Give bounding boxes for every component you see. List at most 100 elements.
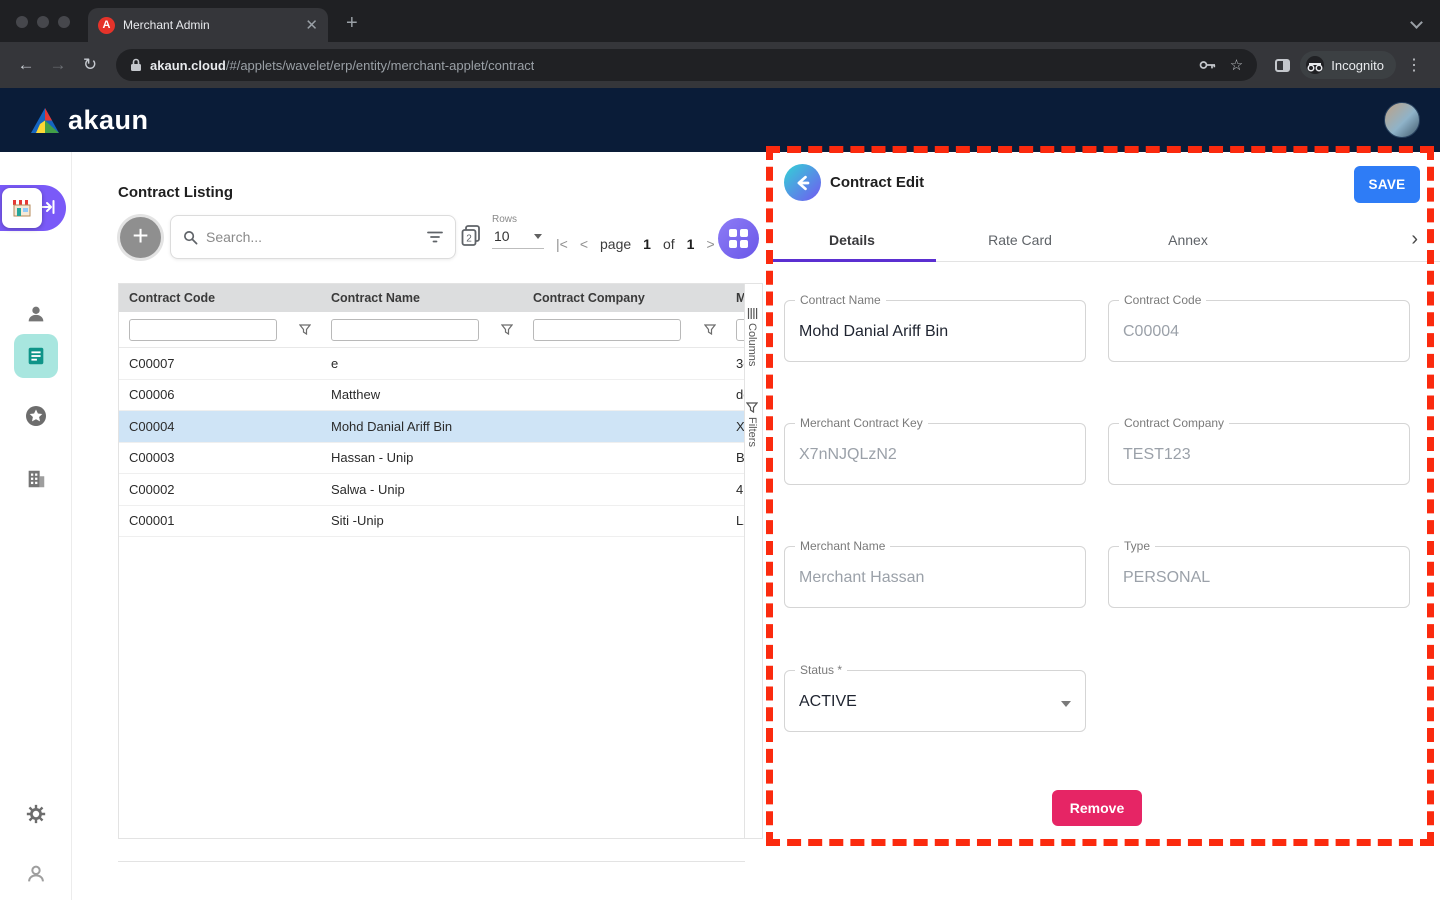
browser-toolbar: ← → ↻ akaun.cloud/#/applets/wavelet/erp/… (0, 42, 1440, 88)
back-arrow-icon (793, 173, 813, 193)
merchant-name-label: Merchant Name (795, 539, 890, 553)
header-contract-name[interactable]: Contract Name (321, 291, 523, 305)
search-input[interactable] (206, 229, 419, 245)
status-value: ACTIVE (785, 671, 1085, 711)
cell-contract-code: C00006 (119, 387, 321, 402)
filters-label: Filters (746, 417, 758, 447)
cell-contract-name: Siti -Unip (321, 513, 523, 528)
building-icon (25, 468, 47, 490)
filter-contract-name-input[interactable] (331, 319, 479, 341)
search-icon (183, 230, 198, 245)
cell-contract-name: Matthew (321, 387, 523, 402)
filter-merchant-key-input[interactable] (736, 319, 745, 341)
tab-details[interactable]: Details (768, 218, 936, 262)
page-title: Contract Listing (118, 184, 233, 201)
add-contract-button[interactable]: + (120, 217, 161, 258)
sidebar-item-contract-listing[interactable] (14, 334, 58, 378)
person-outline-icon (25, 863, 47, 885)
rows-select[interactable]: 10 (492, 225, 544, 249)
url-path: /#/applets/wavelet/erp/entity/merchant-a… (226, 58, 535, 73)
cell-contract-code: C00003 (119, 450, 321, 465)
logo-text: akaun (68, 105, 149, 136)
user-avatar[interactable] (1384, 102, 1420, 138)
header-merchant-key[interactable]: M (726, 291, 744, 305)
contract-name-value: Mohd Danial Ariff Bin (785, 301, 1085, 341)
password-key-icon[interactable] (1199, 59, 1216, 71)
table-row[interactable]: C00001 Siti -Unip Lz (119, 506, 744, 538)
funnel-icon[interactable] (299, 324, 311, 335)
star-circle-icon (24, 404, 48, 428)
status-dropdown-icon[interactable] (1061, 701, 1071, 707)
columns-label: Columns (746, 323, 758, 366)
sidebar-item-favorites[interactable] (14, 394, 58, 438)
funnel-icon[interactable] (704, 324, 716, 335)
funnel-icon (746, 402, 758, 413)
table-row[interactable]: C00007 e 3c (119, 348, 744, 380)
of-word: of (663, 236, 675, 252)
cell-merchant-key: 4B (726, 482, 744, 497)
filters-toggle[interactable]: Filters (746, 402, 758, 447)
tabs-next-chevron-icon[interactable]: › (1411, 228, 1418, 251)
prev-page-button[interactable]: < (580, 236, 588, 252)
tab-annex[interactable]: Annex (1104, 218, 1272, 262)
address-bar[interactable]: akaun.cloud/#/applets/wavelet/erp/entity… (116, 49, 1257, 81)
cell-merchant-key: Lz (726, 513, 744, 528)
gear-icon (25, 803, 47, 825)
rows-per-page-control: Rows 10 (492, 214, 546, 249)
contract-code-label: Contract Code (1119, 293, 1206, 307)
table-row-selected[interactable]: C00004 Mohd Danial Ariff Bin X7 (119, 411, 744, 443)
funnel-icon[interactable] (501, 324, 513, 335)
cell-contract-code: C00001 (119, 513, 321, 528)
tab-rate-card[interactable]: Rate Card (936, 218, 1104, 262)
contract-edit-panel: Contract Edit SAVE Details Rate Card Ann… (768, 152, 1440, 900)
sidebar-item-users[interactable] (14, 292, 58, 336)
contract-table: Contract Code Contract Name Contract Com… (118, 283, 745, 839)
sidebar-item-organization[interactable] (14, 457, 58, 501)
page-total: 1 (687, 236, 695, 252)
table-side-rail: Columns Filters (745, 283, 763, 839)
sidebar-item-settings[interactable] (14, 792, 58, 836)
listing-divider (118, 861, 745, 862)
cell-contract-code: C00002 (119, 482, 321, 497)
merchant-contract-key-value: X7nNJQLzN2 (785, 424, 1085, 464)
next-page-button[interactable]: > (706, 236, 714, 252)
grid-view-button[interactable] (718, 218, 759, 259)
forward-icon[interactable]: → (44, 51, 72, 79)
tab-close-icon[interactable]: ✕ (305, 16, 318, 34)
contract-name-label: Contract Name (795, 293, 886, 307)
side-panel-icon[interactable] (1275, 59, 1290, 72)
status-field[interactable]: Status * ACTIVE (784, 670, 1086, 732)
rows-per-page-icon[interactable]: 2 (460, 224, 482, 248)
tab-search-chevron-icon[interactable] (1412, 14, 1422, 24)
new-tab-button[interactable]: + (346, 13, 358, 33)
refresh-icon[interactable]: ↻ (76, 51, 104, 79)
rows-caret-icon (534, 234, 542, 239)
contract-name-field[interactable]: Contract Name Mohd Danial Ariff Bin (784, 300, 1086, 362)
filter-contract-company-input[interactable] (533, 319, 681, 341)
save-button[interactable]: SAVE (1354, 166, 1420, 203)
sidebar-item-account[interactable] (14, 852, 58, 896)
incognito-icon (1306, 56, 1324, 74)
header-contract-company[interactable]: Contract Company (523, 291, 726, 305)
type-field: Type PERSONAL (1108, 546, 1410, 608)
remove-button[interactable]: Remove (1052, 790, 1142, 826)
merchant-contract-key-label: Merchant Contract Key (795, 416, 928, 430)
browser-menu-icon[interactable]: ⋮ (1400, 55, 1428, 75)
window-controls[interactable] (16, 16, 70, 28)
tab-title: Merchant Admin (123, 18, 297, 32)
browser-tab[interactable]: A Merchant Admin ✕ (88, 8, 328, 42)
table-row[interactable]: C00002 Salwa - Unip 4B (119, 474, 744, 506)
back-button[interactable] (784, 164, 821, 201)
bookmark-star-icon[interactable]: ☆ (1230, 56, 1243, 74)
cell-merchant-key: X7 (726, 419, 744, 434)
header-contract-code[interactable]: Contract Code (119, 291, 321, 305)
table-row[interactable]: C00003 Hassan - Unip BF (119, 443, 744, 475)
back-icon[interactable]: ← (12, 51, 40, 79)
first-page-button[interactable]: |< (556, 236, 568, 252)
filter-contract-code-input[interactable] (129, 319, 277, 341)
table-row[interactable]: C00006 Matthew dc (119, 380, 744, 412)
contract-company-value: TEST123 (1109, 424, 1409, 464)
columns-toggle[interactable]: Columns (746, 308, 758, 366)
sidebar-item-merchant-applet[interactable] (0, 185, 66, 231)
filter-list-icon[interactable] (427, 231, 443, 243)
